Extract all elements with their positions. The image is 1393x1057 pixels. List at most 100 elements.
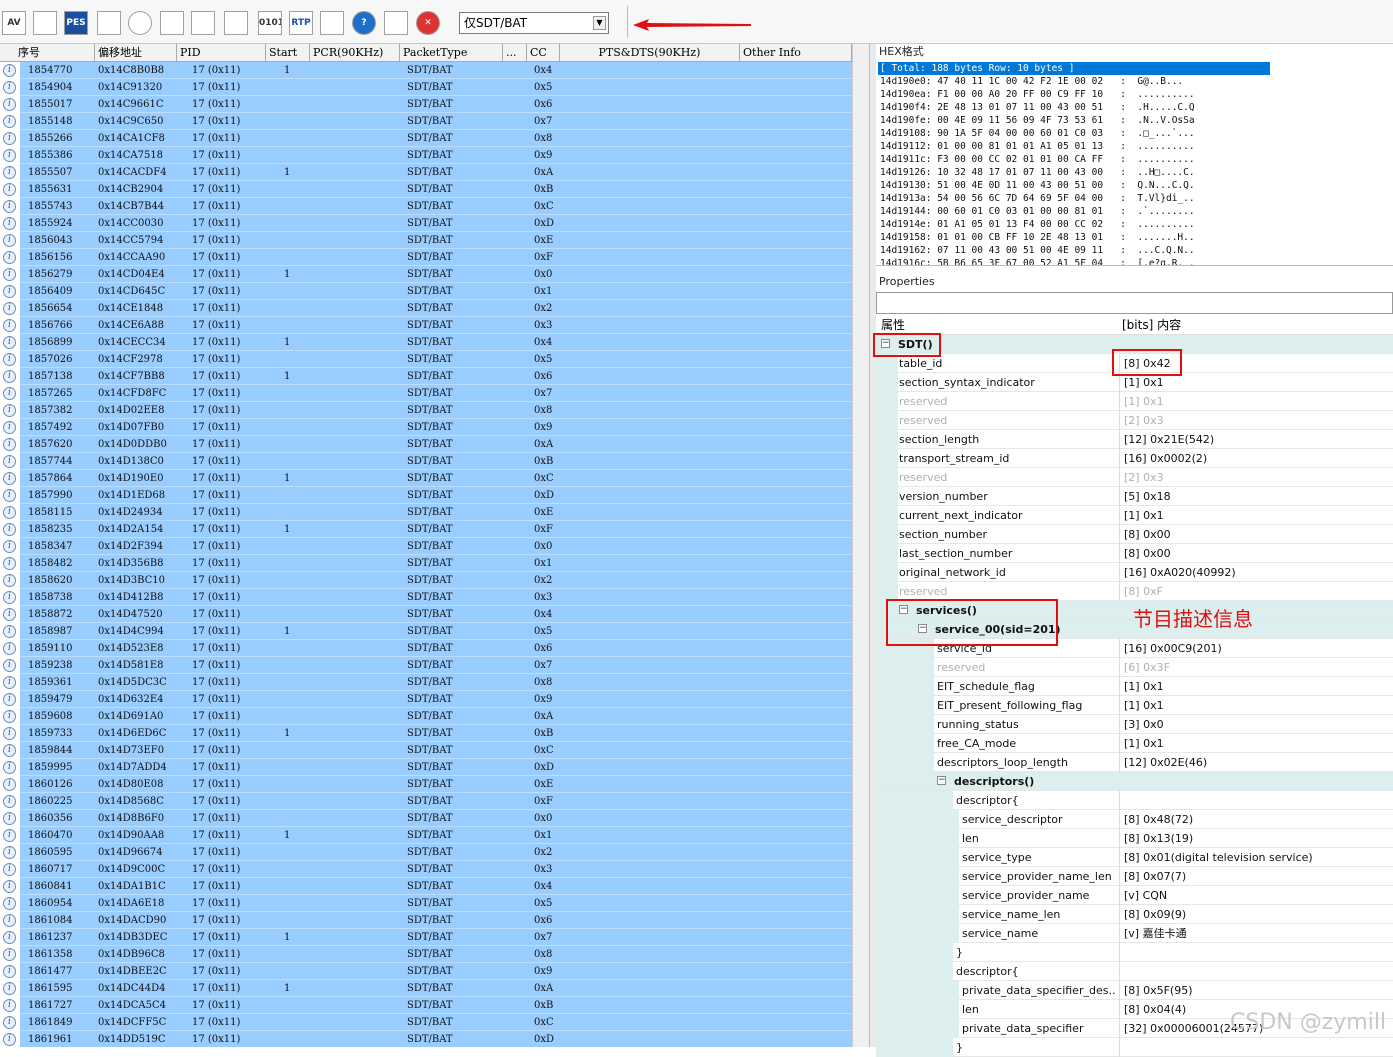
- table-row[interactable]: i 1855507 0x14CACDF4 17 (0x11) 1 SDT/BAT 0xA: [0, 164, 852, 181]
- property-row[interactable]: last_section_number [8] 0x00: [876, 544, 1393, 563]
- property-row[interactable]: service_type [8] 0x01(digital television …: [876, 848, 1393, 867]
- hex-line[interactable]: 14d19144: 00 60 01 C0 03 01 00 00 81 01 …: [880, 205, 1195, 218]
- table-row[interactable]: i 1857382 0x14D02EE8 17 (0x11) SDT/BAT 0x8: [0, 402, 852, 419]
- table-row[interactable]: i 1858482 0x14D356B8 17 (0x11) SDT/BAT 0x1: [0, 555, 852, 572]
- property-row[interactable]: version_number [5] 0x18: [876, 487, 1393, 506]
- property-row[interactable]: service_descriptor [8] 0x48(72): [876, 810, 1393, 829]
- property-row[interactable]: service_provider_name [v] CQN: [876, 886, 1393, 905]
- table-row[interactable]: i 1860470 0x14D90AA8 17 (0x11) 1 SDT/BAT 0x1: [0, 827, 852, 844]
- table-row[interactable]: i 1860126 0x14D80E08 17 (0x11) SDT/BAT 0xE: [0, 776, 852, 793]
- table-row[interactable]: i 1856766 0x14CE6A88 17 (0x11) SDT/BAT 0x3: [0, 317, 852, 334]
- hex-line[interactable]: 14d19108: 90 1A 5F 04 00 00 60 01 C0 03 …: [880, 127, 1195, 140]
- property-row[interactable]: EIT_present_following_flag [1] 0x1: [876, 696, 1393, 715]
- table-row[interactable]: i 1857864 0x14D190E0 17 (0x11) 1 SDT/BAT 0xC: [0, 470, 852, 487]
- table-row[interactable]: i 1857492 0x14D07FB0 17 (0x11) SDT/BAT 0x9: [0, 419, 852, 436]
- property-row[interactable]: private_data_specifier_des... [8] 0x5F(95…: [876, 981, 1393, 1000]
- rtp-button[interactable]: RTP: [289, 11, 313, 35]
- table-row[interactable]: i 1855148 0x14C9C650 17 (0x11) SDT/BAT 0x7: [0, 113, 852, 130]
- table-row[interactable]: i 1855386 0x14CA7518 17 (0x11) SDT/BAT 0x9: [0, 147, 852, 164]
- property-row[interactable]: section_length [12] 0x21E(542): [876, 430, 1393, 449]
- table-row[interactable]: i 1858347 0x14D2F394 17 (0x11) SDT/BAT 0x0: [0, 538, 852, 555]
- chart-button[interactable]: [33, 11, 57, 35]
- property-row[interactable]: section_number [8] 0x00: [876, 525, 1393, 544]
- collapse-icon[interactable]: −: [881, 339, 890, 348]
- table-row[interactable]: i 1861727 0x14DCA5C4 17 (0x11) SDT/BAT 0xB: [0, 997, 852, 1014]
- property-row[interactable]: len [8] 0x13(19): [876, 829, 1393, 848]
- close-button[interactable]: ✕: [416, 11, 440, 35]
- property-row[interactable]: descriptor{: [876, 791, 1393, 810]
- table-row[interactable]: i 1858738 0x14D412B8 17 (0x11) SDT/BAT 0x3: [0, 589, 852, 606]
- table-row[interactable]: i 1861849 0x14DCFF5C 17 (0x11) SDT/BAT 0xC: [0, 1014, 852, 1031]
- property-row[interactable]: transport_stream_id [16] 0x0002(2): [876, 449, 1393, 468]
- property-row[interactable]: service_provider_name_len [8] 0x07(7): [876, 867, 1393, 886]
- column-header[interactable]: 序号: [0, 44, 95, 62]
- table-row[interactable]: i 1860356 0x14D8B6F0 17 (0x11) SDT/BAT 0x0: [0, 810, 852, 827]
- property-row[interactable]: free_CA_mode [1] 0x1: [876, 734, 1393, 753]
- column-header[interactable]: Other Info: [740, 44, 852, 62]
- column-header[interactable]: Start: [266, 44, 310, 62]
- hex-line[interactable]: 14d190fe: 00 4E 09 11 56 09 4F 73 53 61 …: [880, 114, 1195, 127]
- property-row[interactable]: current_next_indicator [1] 0x1: [876, 506, 1393, 525]
- table-row[interactable]: i 1859608 0x14D691A0 17 (0x11) SDT/BAT 0xA: [0, 708, 852, 725]
- hex-view[interactable]: [ Total: 188 bytes Row: 10 bytes ] 14d19…: [878, 62, 1270, 265]
- table-row[interactable]: i 1857744 0x14D138C0 17 (0x11) SDT/BAT 0xB: [0, 453, 852, 470]
- table-row[interactable]: i 1859844 0x14D73EF0 17 (0x11) SDT/BAT 0xC: [0, 742, 852, 759]
- collapse-icon[interactable]: −: [918, 624, 927, 633]
- trend-button[interactable]: [97, 11, 121, 35]
- table-row[interactable]: i 1861358 0x14DB96C8 17 (0x11) SDT/BAT 0x8: [0, 946, 852, 963]
- hex-line[interactable]: 14d19112: 01 00 00 81 01 01 A1 05 01 13 …: [880, 140, 1195, 153]
- property-row[interactable]: service_name [v] 嘉佳卡通: [876, 924, 1393, 943]
- av-button[interactable]: AV: [2, 11, 26, 35]
- binary-button[interactable]: 0101: [258, 11, 282, 35]
- table-row[interactable]: i 1860225 0x14D8568C 17 (0x11) SDT/BAT 0xF: [0, 793, 852, 810]
- property-row[interactable]: service_name_len [8] 0x09(9): [876, 905, 1393, 924]
- table-row[interactable]: i 1858235 0x14D2A154 17 (0x11) 1 SDT/BAT 0xF: [0, 521, 852, 538]
- table-row[interactable]: i 1860595 0x14D96674 17 (0x11) SDT/BAT 0x2: [0, 844, 852, 861]
- column-header[interactable]: CC: [527, 44, 560, 62]
- property-row[interactable]: reserved [2] 0x3: [876, 411, 1393, 430]
- chevron-down-icon[interactable]: ▼: [593, 16, 606, 30]
- hex-line[interactable]: 14d19162: 07 11 00 43 00 51 00 4E 09 11 …: [880, 244, 1195, 257]
- table-row[interactable]: i 1856043 0x14CC5794 17 (0x11) SDT/BAT 0xE: [0, 232, 852, 249]
- bars-button[interactable]: [160, 11, 184, 35]
- table-row[interactable]: i 1858872 0x14D47520 17 (0x11) SDT/BAT 0x4: [0, 606, 852, 623]
- table-row[interactable]: i 1855924 0x14CC0030 17 (0x11) SDT/BAT 0xD: [0, 215, 852, 232]
- hex-line[interactable]: 14d19126: 10 32 48 17 01 07 11 00 43 00 …: [880, 166, 1195, 179]
- hex-line[interactable]: 14d190ea: F1 00 00 A0 20 FF 00 C9 FF 10 …: [880, 88, 1195, 101]
- hex-line[interactable]: 14d1914e: 01 A1 05 01 13 F4 00 00 CC 02 …: [880, 218, 1195, 231]
- table-row[interactable]: i 1859238 0x14D581E8 17 (0x11) SDT/BAT 0x7: [0, 657, 852, 674]
- property-row[interactable]: service_id [16] 0x00C9(201): [876, 639, 1393, 658]
- column-header[interactable]: 偏移地址: [95, 44, 177, 62]
- table-row[interactable]: i 1856899 0x14CECC34 17 (0x11) 1 SDT/BAT 0x4: [0, 334, 852, 351]
- table-row[interactable]: i 1857026 0x14CF2978 17 (0x11) SDT/BAT 0x5: [0, 351, 852, 368]
- table-row[interactable]: i 1855743 0x14CB7B44 17 (0x11) SDT/BAT 0xC: [0, 198, 852, 215]
- property-row[interactable]: EIT_schedule_flag [1] 0x1: [876, 677, 1393, 696]
- column-header[interactable]: PacketType: [400, 44, 503, 62]
- column-header[interactable]: PTS&DTS(90KHz): [560, 44, 740, 62]
- table-row[interactable]: i 1857138 0x14CF7BB8 17 (0x11) 1 SDT/BAT 0x6: [0, 368, 852, 385]
- property-row[interactable]: − SDT(): [876, 335, 1393, 354]
- table-row[interactable]: i 1861477 0x14DBEE2C 17 (0x11) SDT/BAT 0x9: [0, 963, 852, 980]
- property-row[interactable]: running_status [3] 0x0: [876, 715, 1393, 734]
- hex-line[interactable]: 14d1911c: F3 00 00 CC 02 01 01 00 CA FF …: [880, 153, 1195, 166]
- table-row[interactable]: i 1861595 0x14DC44D4 17 (0x11) 1 SDT/BAT 0xA: [0, 980, 852, 997]
- property-row[interactable]: table_id [8] 0x42: [876, 354, 1393, 373]
- table-row[interactable]: i 1859110 0x14D523E8 17 (0x11) SDT/BAT 0x6: [0, 640, 852, 657]
- table-row[interactable]: i 1861961 0x14DD519C 17 (0x11) SDT/BAT 0xD: [0, 1031, 852, 1047]
- table-row[interactable]: i 1859733 0x14D6ED6C 17 (0x11) 1 SDT/BAT 0xB: [0, 725, 852, 742]
- table-row[interactable]: i 1860841 0x14DA1B1C 17 (0x11) SDT/BAT 0x4: [0, 878, 852, 895]
- list-button[interactable]: [384, 11, 408, 35]
- hex-line[interactable]: 14d190e0: 47 40 11 1C 00 42 F2 1E 00 02 …: [880, 75, 1183, 88]
- clock-button[interactable]: [128, 11, 152, 35]
- column-header[interactable]: ...: [503, 44, 527, 62]
- table-row[interactable]: i 1859361 0x14D5DC3C 17 (0x11) SDT/BAT 0x8: [0, 674, 852, 691]
- export-button[interactable]: [320, 11, 344, 35]
- property-row[interactable]: original_network_id [16] 0xA020(40992): [876, 563, 1393, 582]
- hex-line[interactable]: 14d19130: 51 00 4E 0D 11 00 43 00 51 00 …: [880, 179, 1195, 192]
- table-row[interactable]: i 1856654 0x14CE1848 17 (0x11) SDT/BAT 0x2: [0, 300, 852, 317]
- monitor-button[interactable]: [191, 11, 215, 35]
- table-row[interactable]: i 1860717 0x14D9C00C 17 (0x11) SDT/BAT 0x3: [0, 861, 852, 878]
- table-row[interactable]: i 1857620 0x14D0DDB0 17 (0x11) SDT/BAT 0xA: [0, 436, 852, 453]
- property-row[interactable]: reserved [6] 0x3F: [876, 658, 1393, 677]
- property-row[interactable]: reserved [8] 0xF: [876, 582, 1393, 601]
